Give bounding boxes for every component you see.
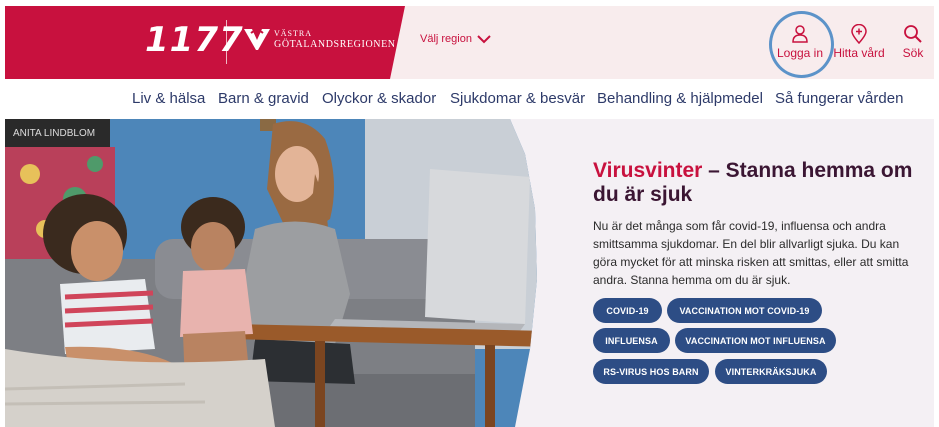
hero-title-highlight: Virusvinter [593, 159, 703, 182]
vgr-logo-text: VÄSTRA GÖTALANDSREGIONEN [274, 28, 396, 50]
nav-item-behandling-hjalpmedel[interactable]: Behandling & hjälpmedel [597, 90, 763, 107]
hero-body-text: Nu är det många som får covid-19, influe… [593, 219, 909, 287]
location-pin-icon [851, 24, 867, 44]
search-button[interactable]: Sök [898, 24, 928, 60]
tag-rs-virus-hos-barn[interactable]: RS-VIRUS HOS BARN [593, 359, 709, 384]
family-on-sofa-illustration: ANITA LINDBLOM [5, 119, 537, 427]
chevron-down-icon [477, 34, 491, 43]
hero-section: ANITA LINDBLOM Virusvinter – Stanna hemm… [5, 119, 934, 427]
main-nav: Liv & hälsa Barn & gravid Olyckor & skad… [0, 79, 939, 119]
poster-text: ANITA LINDBLOM [13, 128, 95, 139]
nav-item-barn-gravid[interactable]: Barn & gravid [218, 90, 309, 107]
nav-item-olyckor-skador[interactable]: Olyckor & skador [322, 90, 436, 107]
hero-photo: ANITA LINDBLOM [5, 119, 537, 427]
tag-covid-19[interactable]: COVID-19 [593, 298, 662, 323]
region-select[interactable]: Välj region [420, 33, 491, 45]
hero-text-block: Virusvinter – Stanna hemma om du är sjuk… [593, 159, 913, 289]
tag-vaccination-covid-19[interactable]: VACCINATION MOT COVID-19 [667, 298, 822, 323]
vgr-line2: GÖTALANDSREGIONEN [274, 39, 396, 50]
nav-item-liv-halsa[interactable]: Liv & hälsa [132, 90, 205, 107]
user-icon [792, 25, 808, 43]
nav-item-sjukdomar-besvar[interactable]: Sjukdomar & besvär [450, 90, 585, 107]
search-icon [904, 25, 922, 43]
vgr-logo-icon [244, 29, 270, 50]
logo-divider [226, 20, 227, 64]
nav-item-sa-fungerar-varden[interactable]: Så fungerar vården [775, 90, 903, 107]
tag-vinterkraksjuka[interactable]: VINTERKRÄKSJUKA [715, 359, 827, 384]
login-label: Logga in [776, 46, 824, 60]
find-care-button[interactable]: Hitta vård [830, 24, 888, 60]
site-header: 1177 VÄSTRA GÖTALANDSREGIONEN Välj regio… [5, 6, 934, 79]
tag-influensa[interactable]: INFLUENSA [593, 328, 670, 353]
logo-1177[interactable]: 1177 [145, 20, 244, 60]
tag-vaccination-influensa[interactable]: VACCINATION MOT INFLUENSA [675, 328, 836, 353]
find-care-label: Hitta vård [833, 46, 885, 60]
vgr-line1: VÄSTRA [274, 29, 313, 38]
login-button[interactable]: Logga in [769, 24, 831, 60]
search-label: Sök [902, 46, 924, 60]
region-select-label: Välj region [420, 33, 472, 45]
hero-title[interactable]: Virusvinter – Stanna hemma om du är sjuk [593, 159, 913, 207]
